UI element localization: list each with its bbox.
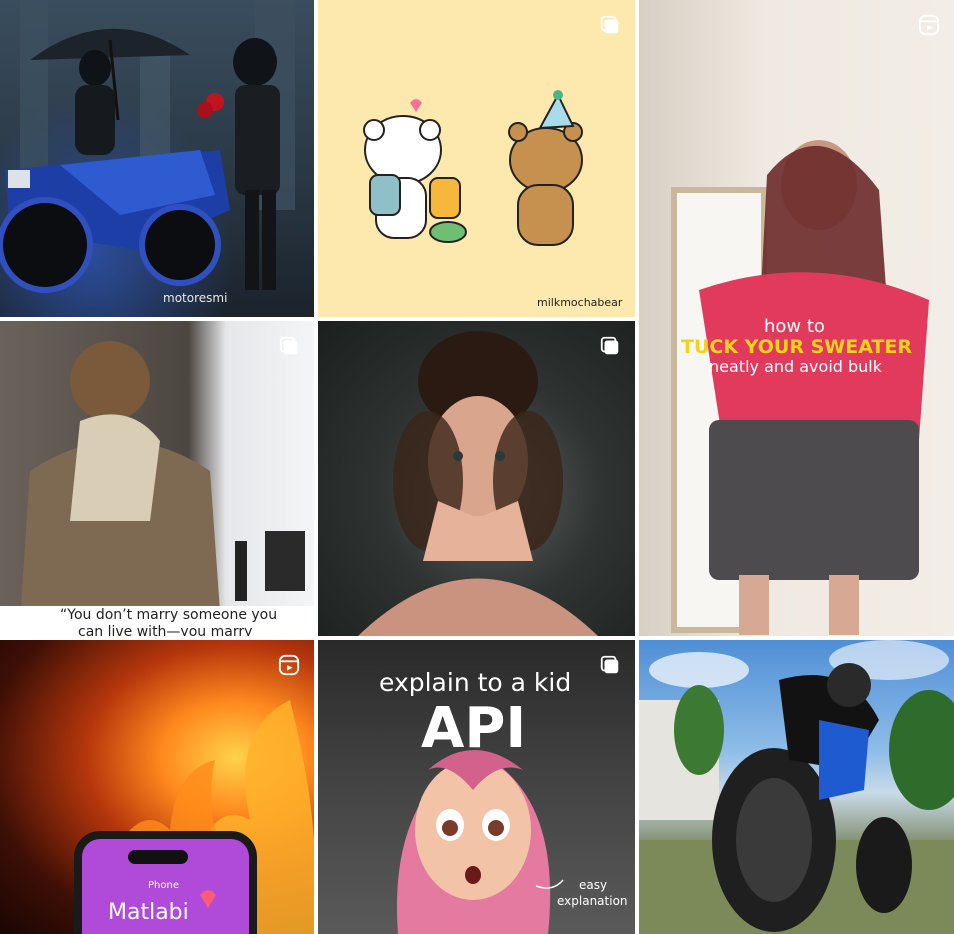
grid-post-8[interactable]: explain to a kid API easy explanation [318, 640, 635, 934]
grid-post-3[interactable]: how to TUCK YOUR SWEATER neatly and avoi… [639, 0, 954, 636]
headline-text: explain to a kid [379, 668, 572, 697]
carousel-icon [599, 14, 621, 36]
brand-handle-text: milkmochabear [537, 296, 623, 309]
rain-scene-illustration [0, 0, 295, 293]
grid-post-2[interactable]: milkmochabear [318, 0, 635, 317]
phone-label-text: Phone [148, 880, 179, 891]
watermark-text: motoresmi [163, 291, 228, 305]
api-title: API [421, 696, 527, 761]
reel-icon [278, 654, 300, 676]
bears-illustration [363, 90, 583, 246]
portrait-photo [358, 331, 598, 636]
couple-illustration [0, 341, 314, 636]
carousel-icon [599, 335, 621, 357]
grid-post-9[interactable] [639, 640, 954, 934]
quote-line-2: can live with—you marry [78, 624, 253, 636]
carousel-icon [278, 335, 300, 357]
reel-icon [918, 14, 940, 36]
caption-line-1: how to [764, 316, 825, 337]
grid-post-7[interactable]: Phone Matlabi [0, 640, 314, 934]
caption-line-3: neatly and avoid bulk [709, 357, 883, 376]
phone-contact-name: Matlabi [108, 900, 189, 925]
motorbike-photo [639, 640, 954, 934]
quote-line-1: “You don’t marry someone you [60, 607, 278, 623]
easy-label: easy [579, 878, 608, 892]
carousel-icon [599, 654, 621, 676]
caption-line-2: TUCK YOUR SWEATER [681, 336, 912, 358]
post-grid: motoresmi milkmochabear how to TUCK YOUR… [0, 0, 954, 934]
grid-post-1[interactable]: motoresmi [0, 0, 314, 317]
grid-post-4[interactable]: “You don’t marry someone you can live wi… [0, 321, 314, 636]
grid-post-5[interactable] [318, 321, 635, 636]
explanation-label: explanation [557, 894, 628, 908]
